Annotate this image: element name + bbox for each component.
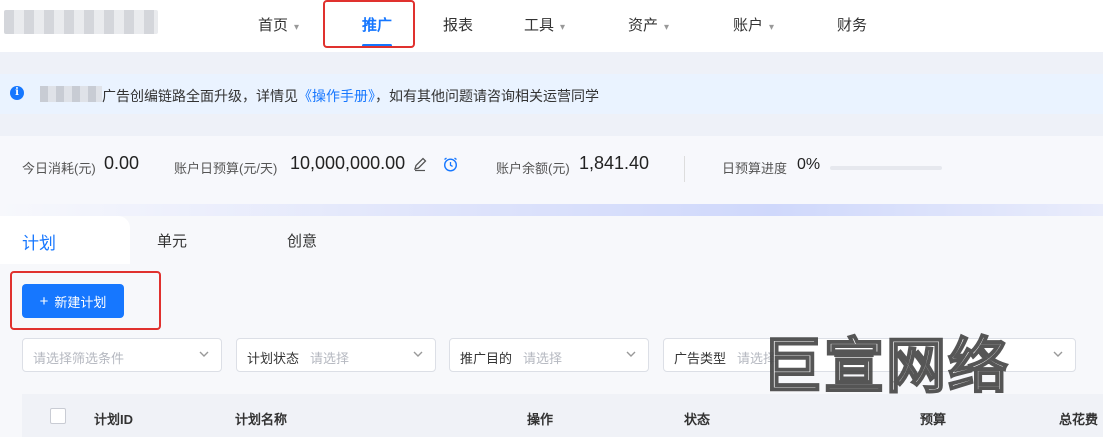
info-icon: i [10, 86, 24, 100]
filter-condition-select[interactable]: 请选择筛选条件 [22, 338, 222, 372]
notice-text-before: 广告创编链路全面升级，详情见 [102, 88, 298, 104]
nav-item-promotion[interactable]: 推广 [362, 14, 392, 35]
active-nav-indicator [362, 44, 392, 47]
budget-progress-value: 0% [797, 156, 821, 173]
chevron-down-icon [197, 347, 211, 364]
budget-progress-label: 日预算进度 [722, 161, 788, 176]
nav-item-reports[interactable]: 报表 [443, 14, 473, 35]
chevron-down-icon [411, 347, 425, 364]
chevron-down-icon [1051, 347, 1065, 364]
chevron-down-icon: ▾ [664, 22, 670, 33]
daily-budget-label: 账户日预算(元/天) [174, 161, 278, 176]
chevron-down-icon [624, 347, 638, 364]
filter-label: 广告类型 [674, 351, 727, 366]
nav-label: 账户 [733, 17, 764, 34]
nav-label: 财务 [837, 17, 868, 34]
ad-type-select[interactable]: 广告类型 请选择 [663, 338, 1076, 372]
main-content: 计划 单元 创意 + 新建计划 请选择筛选条件 计划状态 请选择 推广目的 请选… [0, 216, 1103, 437]
nav-item-tools[interactable]: 工具 ▾ [524, 14, 565, 35]
column-plan-name[interactable]: 计划名称 [235, 409, 287, 428]
tab-unit[interactable]: 单元 [157, 230, 187, 251]
account-stats: 今日消耗(元) 0.00 账户日预算(元/天) 10,000,000.00 账户… [0, 136, 1103, 204]
plus-icon: + [39, 292, 49, 310]
balance-label: 账户余额(元) [496, 161, 570, 176]
filter-placeholder: 请选择 [310, 351, 350, 366]
new-plan-button-label: 新建计划 [54, 294, 107, 310]
filter-placeholder: 请选择 [737, 351, 777, 366]
filter-placeholder: 请选择筛选条件 [33, 351, 125, 366]
nav-label: 工具 [524, 17, 555, 34]
daily-budget-value: 10,000,000.00 [290, 153, 406, 173]
select-all-checkbox[interactable] [50, 408, 66, 424]
plan-status-select[interactable]: 计划状态 请选择 [236, 338, 436, 372]
top-navigation: 首页 ▾ 推广 报表 工具 ▾ 资产 ▾ 账户 ▾ 财务 [0, 0, 1103, 52]
column-budget[interactable]: 预算 [920, 409, 946, 428]
nav-label: 报表 [443, 17, 474, 34]
notice-text: 广告创编链路全面升级，详情见《操作手册》，如有其他问题请咨询相关运营同学 [102, 86, 599, 106]
filter-label: 计划状态 [247, 351, 300, 366]
notice-text-after: ，如有其他问题请咨询相关运营同学 [375, 88, 599, 104]
nav-item-assets[interactable]: 资产 ▾ [628, 14, 669, 35]
notice-bar: i 广告创编链路全面升级，详情见《操作手册》，如有其他问题请咨询相关运营同学 [0, 74, 1103, 114]
chevron-down-icon: ▾ [294, 22, 300, 33]
filter-placeholder: 请选择 [523, 351, 563, 366]
manual-link[interactable]: 《操作手册》 [298, 88, 375, 104]
today-spend-value: 0.00 [104, 153, 140, 173]
redacted-text [40, 86, 102, 102]
tab-creative[interactable]: 创意 [287, 230, 317, 251]
column-actions: 操作 [527, 412, 554, 427]
nav-item-finance[interactable]: 财务 [837, 14, 867, 35]
nav-label: 资产 [628, 17, 659, 34]
edit-icon[interactable] [412, 156, 428, 177]
new-plan-button[interactable]: + 新建计划 [22, 284, 124, 318]
chevron-down-icon: ▾ [769, 22, 775, 33]
balance-value: 1,841.40 [579, 153, 650, 173]
chevron-down-icon: ▾ [560, 22, 566, 33]
alarm-clock-icon[interactable] [442, 156, 459, 178]
nav-label: 首页 [258, 17, 289, 34]
nav-label: 推广 [362, 17, 393, 34]
budget-progress-bar [830, 166, 942, 170]
divider [684, 156, 685, 182]
active-tab-background [0, 216, 130, 264]
nav-item-account[interactable]: 账户 ▾ [733, 14, 774, 35]
filter-label: 推广目的 [460, 351, 513, 366]
logo[interactable] [4, 10, 158, 34]
nav-item-home[interactable]: 首页 ▾ [258, 14, 299, 35]
column-status[interactable]: 状态 [684, 409, 710, 428]
column-plan-id[interactable]: 计划ID [94, 409, 133, 428]
promotion-goal-select[interactable]: 推广目的 请选择 [449, 338, 649, 372]
today-spend-label: 今日消耗(元) [22, 161, 96, 176]
column-total-spend[interactable]: 总花费 [1059, 409, 1098, 428]
tab-plan[interactable]: 计划 [22, 229, 56, 254]
table-header: 计划ID 计划名称 操作 状态 预算 总花费 [22, 394, 1103, 437]
